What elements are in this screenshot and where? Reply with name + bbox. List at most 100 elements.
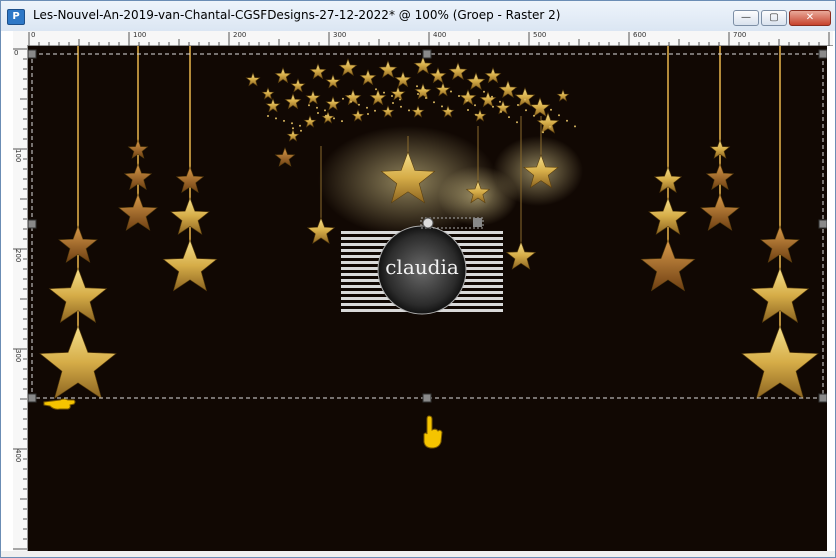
sparkle-dot [541, 120, 543, 123]
star-icon [640, 239, 696, 292]
sparkle-dot [342, 97, 344, 100]
star-icon [441, 105, 455, 118]
star-icon [459, 89, 477, 106]
sparkle-dot [399, 98, 401, 101]
star-icon [274, 147, 296, 167]
sparkle-dot [358, 103, 360, 106]
pointing-hand-up-icon [423, 415, 443, 449]
minimize-button[interactable]: — [733, 10, 759, 26]
vertical-ruler[interactable]: 0 100 200 300 400 [13, 45, 28, 551]
star-icon [466, 72, 486, 90]
watermark-logo: claudia [341, 217, 503, 315]
ruler-label: 0 [31, 31, 36, 39]
sparkle-dot [299, 124, 301, 127]
selection-handle[interactable] [28, 49, 37, 59]
sparkle-dot [525, 109, 527, 112]
ruler-label: 0 [14, 49, 19, 57]
ruler-label: 200 [14, 249, 22, 263]
star-icon [245, 72, 261, 87]
pointing-hand-left-icon [43, 398, 76, 410]
star-icon [413, 56, 433, 74]
selection-handle[interactable] [28, 393, 37, 403]
star-icon [162, 239, 218, 292]
star-icon [411, 105, 425, 118]
star-icon [284, 93, 302, 110]
sparkle-dot [292, 127, 294, 130]
sparkle-dot [391, 95, 393, 97]
sparkle-dot [500, 110, 502, 113]
ruler-label: 200 [233, 31, 247, 39]
watermark-text: claudia [385, 255, 459, 279]
sparkle-dot [333, 117, 335, 120]
psp-app-icon: P [7, 9, 25, 25]
star-icon [290, 78, 306, 93]
sparkle-dot [417, 93, 419, 95]
sparkle-dot [433, 101, 435, 104]
sparkle-dot [533, 114, 535, 117]
sparkle-dot [474, 104, 476, 107]
selection-handle[interactable] [422, 49, 432, 59]
star-icon [479, 91, 497, 108]
sparkle-dot [392, 102, 394, 104]
sparkle-dot [566, 119, 568, 122]
ruler-corner [1, 31, 13, 551]
star-icon [429, 67, 447, 84]
sparkle-dot [574, 125, 576, 128]
star-icon [325, 96, 341, 111]
sparkle-dot [425, 97, 427, 99]
sparkle-dot [383, 91, 385, 94]
sparkle-dot [550, 108, 552, 111]
vertical-ruler-ticks [13, 48, 27, 550]
sparkle-dot [317, 112, 319, 114]
ruler-label: 600 [633, 31, 647, 39]
star-icon [435, 82, 451, 97]
selection-handle[interactable] [818, 49, 827, 59]
star-icon [484, 67, 502, 84]
selection-handle[interactable] [818, 219, 827, 229]
sparkle-dot [375, 88, 377, 91]
horizontal-ruler[interactable]: 0 100 200 300 400 500 600 700 [13, 31, 833, 46]
star-icon [498, 80, 518, 98]
title-bar[interactable]: P Les-Nouvel-An-2019-van-Chantal-CGSFDes… [1, 1, 835, 31]
sparkle-dot [267, 115, 269, 117]
star-icon [700, 193, 740, 231]
star-icon [39, 325, 117, 400]
window-bottom-edge [1, 551, 835, 557]
star-icon [378, 60, 398, 78]
ruler-label: 700 [733, 31, 747, 39]
sparkle-dot [350, 100, 352, 103]
star-icon [321, 111, 335, 124]
sparkle-dot [549, 125, 551, 128]
sparkle-dot [416, 85, 418, 88]
maximize-button[interactable]: ▢ [761, 10, 787, 26]
star-icon [305, 90, 321, 105]
ruler-label: 100 [14, 149, 22, 163]
sparkle-dot [558, 114, 560, 117]
star-icon [338, 58, 358, 76]
star-icon [495, 100, 511, 115]
sparkle-dot [367, 113, 369, 115]
sparkle-dot [291, 122, 293, 125]
sparkle-dot [492, 105, 494, 108]
sparkle-dot [374, 109, 376, 112]
selection-handle[interactable] [28, 219, 37, 229]
ruler-label: 400 [14, 449, 22, 463]
image-canvas[interactable]: claudia [28, 46, 827, 551]
sparkle-dot [300, 129, 302, 132]
selection-handle[interactable] [422, 393, 432, 403]
star-icon [303, 115, 317, 128]
star-icon [514, 87, 536, 107]
sparkle-dot [316, 106, 318, 109]
close-button[interactable]: ✕ [789, 10, 831, 26]
sparkle-dot [475, 113, 477, 116]
star-icon [351, 109, 365, 122]
sparkle-dot [516, 121, 518, 124]
star-icon [309, 63, 327, 80]
sparkle-dot [283, 119, 285, 122]
star-icon [261, 87, 275, 100]
star-icon [286, 129, 300, 142]
selection-handle[interactable] [818, 393, 827, 403]
sparkle-dot [483, 90, 485, 93]
star-icon [394, 71, 412, 88]
sparkle-dot [275, 117, 277, 120]
